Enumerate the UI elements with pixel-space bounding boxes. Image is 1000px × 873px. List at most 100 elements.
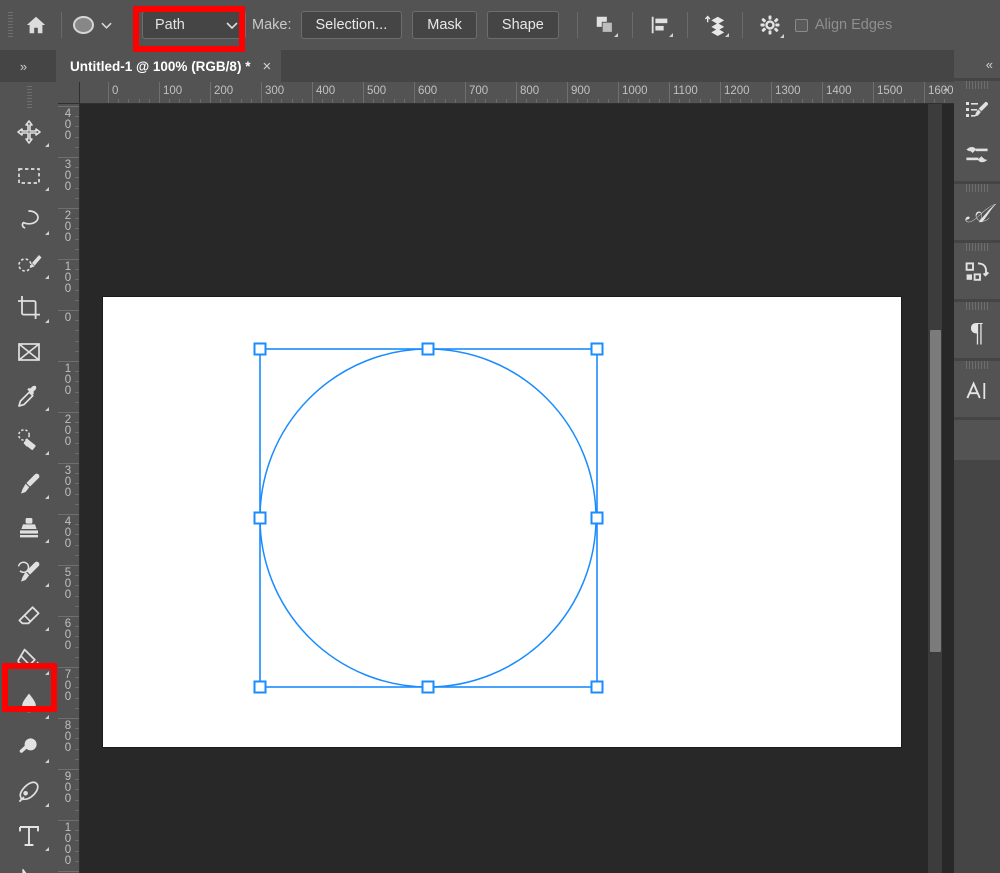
eyedropper-tool[interactable]: [0, 374, 58, 418]
path-operations-icon[interactable]: [590, 10, 620, 40]
gear-settings-icon[interactable]: [755, 10, 785, 40]
dodge-tool[interactable]: [0, 726, 58, 770]
blur-tool[interactable]: [0, 682, 58, 726]
character-styles-icon[interactable]: 𝒜: [954, 192, 1000, 236]
make-selection-button[interactable]: Selection...: [300, 11, 403, 39]
ruler-tick-minor: [75, 748, 79, 750]
ruler-tick: [58, 718, 79, 719]
ruler-label: 2 0 0: [64, 414, 72, 448]
make-shape-button[interactable]: Shape: [486, 11, 559, 39]
ruler-tick-minor: [75, 575, 79, 577]
handle-bottom-right[interactable]: [590, 680, 604, 694]
eraser-tool[interactable]: [0, 594, 58, 638]
vertical-scrollbar-thumb[interactable]: [930, 330, 941, 652]
spot-healing-brush-tool[interactable]: [0, 418, 58, 462]
frame-tool[interactable]: [0, 330, 58, 374]
path-arrangement-icon[interactable]: [700, 10, 730, 40]
ruler-tick-minor: [760, 99, 762, 103]
character-icon[interactable]: [954, 369, 1000, 413]
ellipse-path[interactable]: [259, 348, 597, 688]
ruler-tick-minor: [475, 99, 477, 103]
path-bounding-box[interactable]: [259, 348, 598, 688]
dock-collapse-button[interactable]: «: [954, 50, 1000, 78]
vertical-ruler[interactable]: 4 0 0 3 0 0 2 0 0 1 0 0 0 1 0 0 2 0 0 3 0 0 4 0 …: [58, 104, 80, 873]
dock-group-grip[interactable]: [966, 243, 988, 251]
tool-mode-select[interactable]: Path: [142, 11, 246, 39]
paragraph-icon[interactable]: ¶: [954, 310, 1000, 354]
ruler-tick-minor: [281, 99, 283, 103]
handle-top-center[interactable]: [421, 342, 435, 356]
ruler-tick-minor: [75, 697, 79, 699]
handle-bottom-center[interactable]: [421, 680, 435, 694]
handle-top-right[interactable]: [590, 342, 604, 356]
ruler-tick: [771, 82, 772, 103]
ruler-label: 6 0 0: [64, 618, 72, 652]
ruler-tick: [159, 82, 160, 103]
ruler-tick: [516, 82, 517, 103]
make-mask-button[interactable]: Mask: [412, 11, 477, 39]
ruler-label: 1500: [877, 85, 903, 97]
handle-middle-left[interactable]: [253, 511, 267, 525]
shape-preset-chevron-down-icon[interactable]: [98, 21, 114, 29]
crop-tool[interactable]: [0, 286, 58, 330]
brushes-icon[interactable]: [954, 133, 1000, 177]
handle-top-left[interactable]: [253, 342, 267, 356]
gradient-tool[interactable]: [0, 638, 58, 682]
left-rail-expander[interactable]: »: [0, 50, 46, 82]
ruler-label: 500: [367, 85, 387, 97]
pen-tool[interactable]: [0, 770, 58, 814]
ruler-corner[interactable]: [58, 82, 80, 104]
ruler-label: 4 0 0: [64, 516, 72, 550]
ruler-tick-minor: [934, 99, 936, 103]
ruler-tick-minor: [75, 350, 79, 352]
canvas-area[interactable]: [80, 104, 954, 873]
close-icon[interactable]: ×: [262, 58, 271, 75]
ruler-tick-minor: [709, 99, 711, 103]
ruler-tick-minor: [648, 99, 650, 103]
ruler-tick-minor: [75, 605, 79, 607]
align-edges-row[interactable]: Align Edges: [794, 17, 892, 33]
ruler-tick-minor: [913, 99, 915, 103]
clone-stamp-tool[interactable]: [0, 506, 58, 550]
horizontal-type-tool[interactable]: [0, 814, 58, 858]
ruler-tick-minor: [75, 167, 79, 169]
ellipse-shape-preview-icon[interactable]: [70, 12, 96, 38]
document-tab[interactable]: Untitled-1 @ 100% (RGB/8) * ×: [56, 50, 282, 82]
ruler-label: 7 0 0: [64, 669, 72, 703]
ruler-tick: [58, 361, 79, 362]
ruler-label: 200: [214, 85, 234, 97]
ruler-tick-minor: [587, 99, 589, 103]
photoshop-window: Path Make: Selection... Mask Shape Align…: [0, 0, 1000, 873]
horizontal-ruler[interactable]: ⌃ 0 100 200 300 400 500 600 700 800 900 1000 1100 12…: [80, 82, 954, 104]
toolbar-divider-3: [631, 12, 633, 38]
ruler-tick-minor: [893, 99, 895, 103]
ruler-tick-minor: [271, 99, 273, 103]
brush-settings-icon[interactable]: [954, 89, 1000, 133]
align-edges-checkbox[interactable]: [794, 18, 808, 32]
vector-path-layer: [253, 342, 604, 694]
path-selection-tool[interactable]: [0, 858, 58, 873]
handle-middle-right[interactable]: [590, 511, 604, 525]
dock-group-grip[interactable]: [966, 361, 988, 369]
ruler-label: 600: [418, 85, 438, 97]
dock-group-grip[interactable]: [966, 81, 988, 89]
ruler-tick-minor: [138, 99, 140, 103]
dock-group-grip[interactable]: [966, 184, 988, 192]
path-alignment-icon[interactable]: [645, 10, 675, 40]
lasso-tool[interactable]: [0, 198, 58, 242]
ruler-tick-minor: [75, 197, 79, 199]
brush-tool[interactable]: [0, 462, 58, 506]
chevron-left-double-icon: «: [985, 56, 993, 72]
ruler-label: 3 0 0: [64, 465, 72, 499]
vertical-scrollbar[interactable]: [928, 104, 942, 873]
adjustments-icon[interactable]: [954, 251, 1000, 295]
object-selection-tool[interactable]: [0, 242, 58, 286]
move-tool[interactable]: [0, 110, 58, 154]
rectangular-marquee-tool[interactable]: [0, 154, 58, 198]
home-icon[interactable]: [19, 9, 53, 41]
dock-group-grip[interactable]: [966, 302, 988, 310]
tools-panel-grip[interactable]: [26, 86, 32, 108]
history-brush-tool[interactable]: [0, 550, 58, 594]
options-bar-grip[interactable]: [8, 12, 13, 38]
handle-bottom-left[interactable]: [253, 680, 267, 694]
